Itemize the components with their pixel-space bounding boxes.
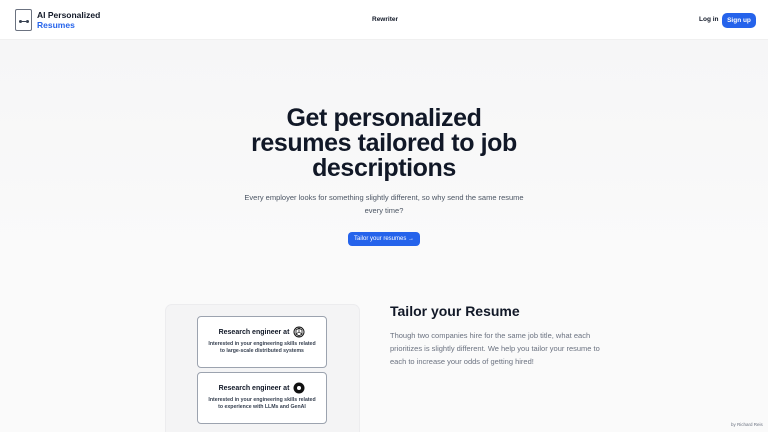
logo-text: AI Personalized Resumes — [37, 10, 100, 30]
resume-document-icon — [15, 9, 32, 31]
signup-button[interactable]: Sign up — [722, 13, 756, 28]
logo-title: AI Personalized — [37, 10, 101, 20]
company-logo-icon — [293, 382, 305, 394]
hero-subtitle: Every employer looks for something sligh… — [244, 193, 524, 215]
hero-title: Get personalized resumes tailored to job… — [251, 104, 517, 182]
openai-logo-icon — [293, 326, 305, 338]
nav-rewriter-link[interactable]: Rewriter — [372, 16, 398, 23]
job-card: Research engineer at Interested in your … — [197, 316, 327, 368]
logo-subtitle: Resumes — [37, 20, 75, 30]
tailor-resumes-button[interactable]: Tailor your resumes → — [348, 232, 420, 246]
job-card-description: Interested in your engineering skills re… — [208, 397, 316, 410]
feature-title: Tailor your Resume — [390, 303, 520, 319]
site-logo[interactable]: AI Personalized Resumes — [15, 9, 100, 31]
job-card-description: Interested in your engineering skills re… — [208, 341, 316, 354]
navbar: AI Personalized Resumes Rewriter Log in … — [0, 0, 768, 40]
login-link[interactable]: Log in — [699, 16, 719, 23]
job-card: Research engineer at Interested in your … — [197, 372, 327, 424]
job-card-title: Research engineer at — [218, 328, 290, 336]
author-byline[interactable]: by Richard Reis — [731, 422, 763, 427]
feature-description: Though two companies hire for the same j… — [390, 331, 600, 366]
job-card-title: Research engineer at — [218, 384, 290, 392]
